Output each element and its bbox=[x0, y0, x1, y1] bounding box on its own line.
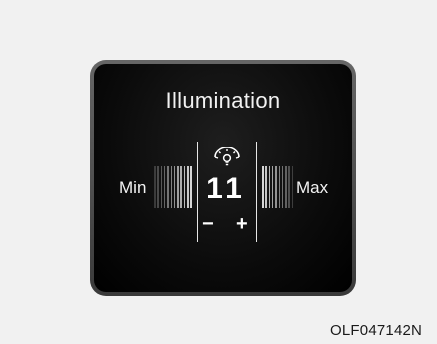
scale-tick bbox=[180, 166, 182, 208]
scale-tick bbox=[157, 166, 159, 208]
min-scale-ticks bbox=[154, 166, 194, 208]
scale-tick bbox=[291, 166, 294, 208]
screen-title: Illumination bbox=[165, 88, 281, 113]
max-label: Max bbox=[296, 178, 329, 197]
scale-tick bbox=[268, 166, 271, 208]
increase-button[interactable]: + bbox=[236, 214, 248, 234]
scale-tick bbox=[170, 166, 172, 208]
scale-tick bbox=[265, 166, 267, 208]
scale-tick bbox=[177, 166, 179, 208]
scale-tick bbox=[187, 166, 189, 208]
cluster-display: Illumination Min 11 − + Max bbox=[94, 64, 352, 292]
display-bezel: Illumination Min 11 − + Max bbox=[90, 60, 356, 296]
scale-tick bbox=[271, 166, 274, 208]
scale-tick bbox=[278, 166, 280, 208]
decrease-button[interactable]: − bbox=[202, 214, 214, 234]
scale-tick bbox=[183, 166, 186, 208]
min-label: Min bbox=[119, 178, 147, 197]
scale-tick bbox=[154, 166, 156, 208]
scale-tick bbox=[190, 166, 192, 208]
max-scale-ticks bbox=[262, 166, 296, 208]
scale-tick bbox=[173, 166, 176, 208]
scale-tick bbox=[262, 166, 264, 208]
illumination-value: 11 bbox=[206, 172, 246, 205]
scale-tick bbox=[167, 166, 169, 208]
scale-tick bbox=[163, 166, 166, 208]
scale-tick bbox=[275, 166, 277, 208]
dashboard-illumination-icon bbox=[214, 147, 240, 166]
scale-tick bbox=[288, 166, 290, 208]
scale-tick bbox=[160, 166, 163, 208]
scale-tick bbox=[285, 166, 287, 208]
figure-code: OLF047142N bbox=[330, 322, 423, 339]
scale-tick bbox=[281, 166, 284, 208]
